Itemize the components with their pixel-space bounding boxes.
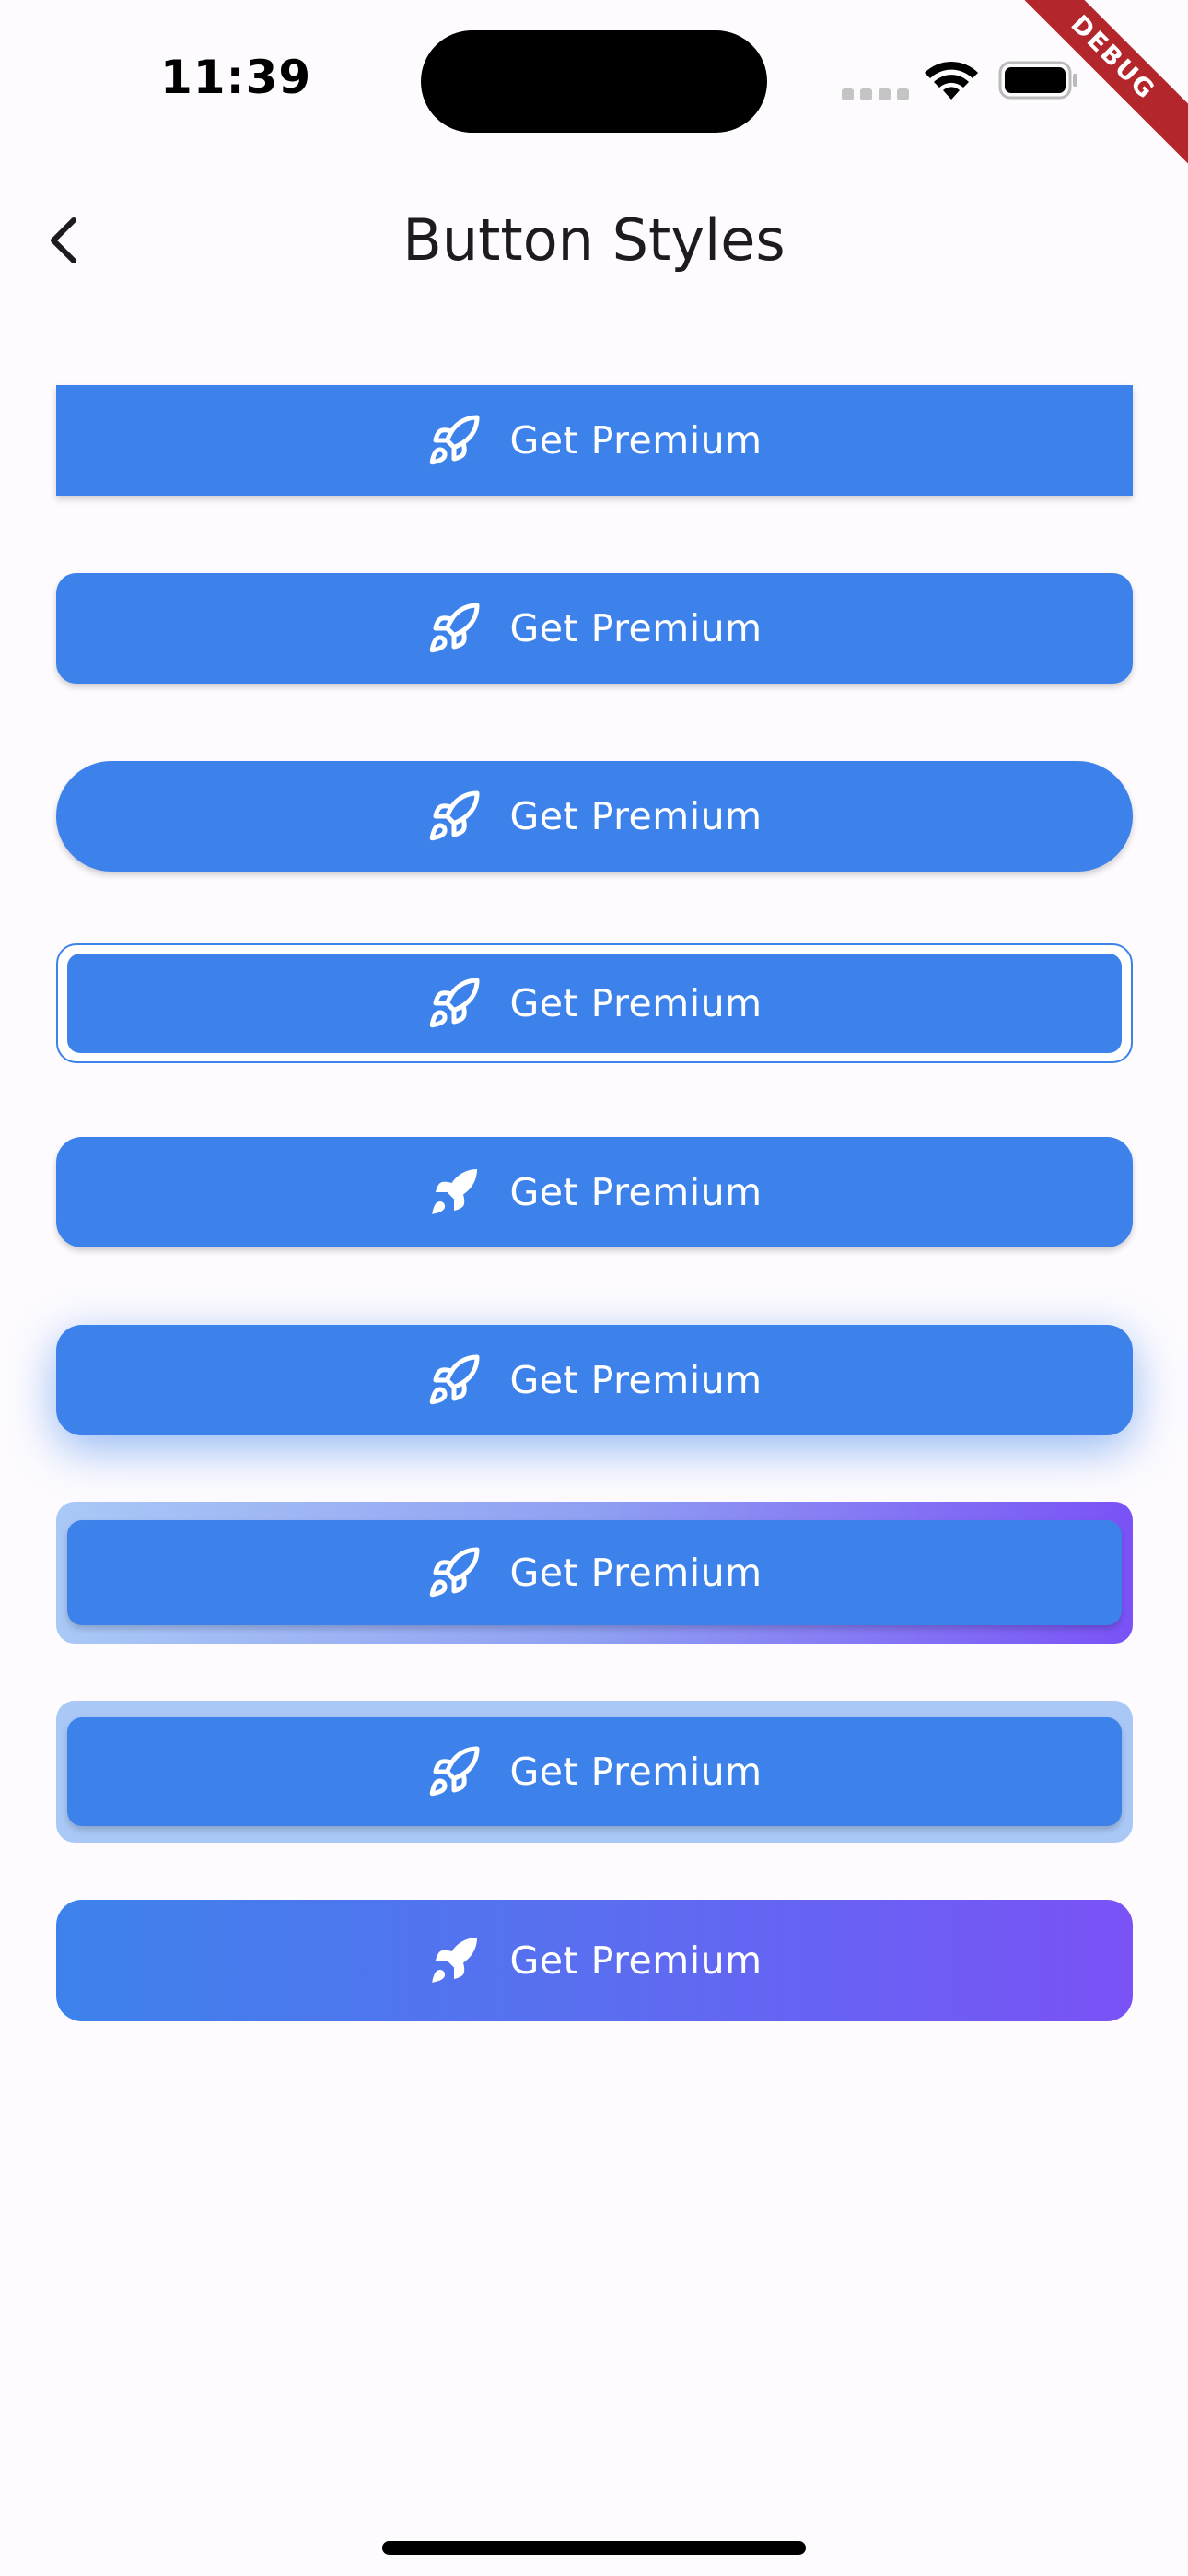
get-premium-button-filled-icon[interactable]: Get Premium bbox=[56, 1137, 1133, 1247]
status-time: 11:39 bbox=[160, 51, 312, 104]
button-label: Get Premium bbox=[509, 418, 763, 463]
light-button-frame: Get Premium bbox=[56, 1701, 1133, 1843]
gradient-button-frame: Get Premium bbox=[56, 1502, 1133, 1644]
rocket-icon bbox=[426, 1744, 482, 1799]
button-label: Get Premium bbox=[509, 606, 763, 650]
get-premium-button-gradient-frame[interactable]: Get Premium bbox=[67, 1520, 1122, 1625]
button-label: Get Premium bbox=[509, 1750, 763, 1794]
rocket-icon bbox=[426, 976, 482, 1031]
rocket-icon bbox=[426, 1545, 482, 1600]
button-label: Get Premium bbox=[509, 794, 763, 838]
button-label: Get Premium bbox=[509, 1170, 763, 1214]
status-bar: 11:39 DEBUG bbox=[0, 0, 1188, 178]
get-premium-button-glow[interactable]: Get Premium bbox=[56, 1325, 1133, 1435]
get-premium-button-gradient[interactable]: Get Premium bbox=[56, 1900, 1133, 2021]
rocket-icon bbox=[426, 789, 482, 844]
rocket-icon bbox=[426, 1352, 482, 1408]
outlined-button-frame: Get Premium bbox=[56, 943, 1133, 1063]
button-label: Get Premium bbox=[509, 1358, 763, 1402]
button-label: Get Premium bbox=[509, 1938, 763, 1983]
cellular-signal-icon bbox=[842, 87, 915, 104]
dynamic-island bbox=[421, 30, 767, 133]
button-label: Get Premium bbox=[509, 981, 763, 1025]
debug-banner: DEBUG bbox=[1004, 0, 1188, 184]
get-premium-button-light-frame[interactable]: Get Premium bbox=[67, 1717, 1122, 1826]
get-premium-button-pill[interactable]: Get Premium bbox=[56, 761, 1133, 872]
get-premium-button-outlined[interactable]: Get Premium bbox=[67, 954, 1122, 1053]
rocket-filled-icon bbox=[426, 1165, 482, 1220]
rocket-icon bbox=[426, 413, 482, 468]
button-label: Get Premium bbox=[509, 1551, 763, 1595]
get-premium-button-square[interactable]: Get Premium bbox=[56, 385, 1133, 496]
rocket-icon bbox=[426, 601, 482, 656]
rocket-filled-icon bbox=[426, 1933, 482, 1988]
page-title: Button Styles bbox=[402, 206, 786, 274]
home-indicator[interactable] bbox=[382, 2541, 806, 2555]
get-premium-button-rounded[interactable]: Get Premium bbox=[56, 573, 1133, 684]
app-bar: Button Styles bbox=[0, 171, 1188, 310]
wifi-icon bbox=[925, 61, 978, 100]
